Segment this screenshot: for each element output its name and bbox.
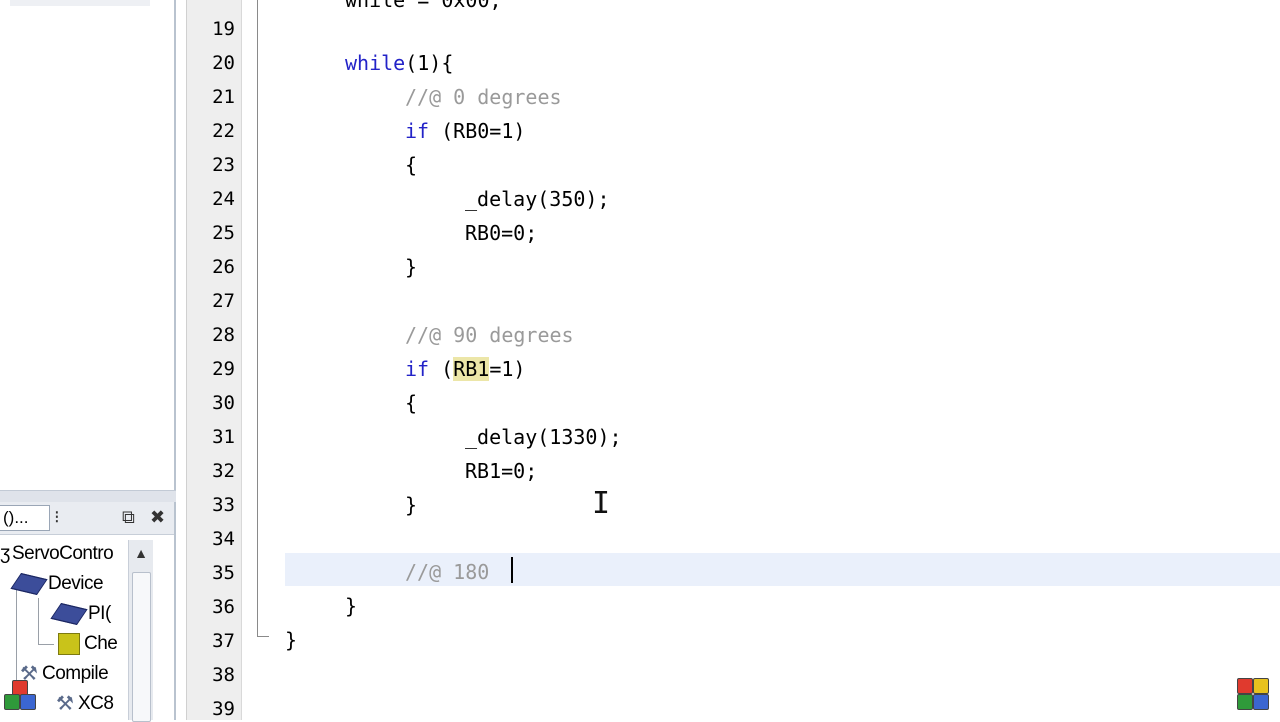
navigator-tab[interactable]: ()... [0, 505, 50, 531]
line-number: 31 [212, 426, 235, 448]
fold-guide [257, 0, 258, 636]
code-comment[interactable]: //@ 180 [405, 560, 489, 584]
tree-connector [38, 598, 39, 644]
line-number-gutter[interactable]: 19 20 21 22 23 24 25 26 27 28 29 30 31 3… [186, 0, 242, 720]
line-number: 22 [212, 120, 235, 142]
code-line[interactable]: while(1){ [345, 51, 453, 75]
fold-guide-end [257, 636, 269, 637]
code-line[interactable]: } [405, 255, 417, 279]
line-number: 30 [212, 392, 235, 414]
tree-item-checklist[interactable]: Che [58, 630, 118, 658]
tool-icon: ⚒ [56, 693, 74, 715]
restore-window-icon[interactable]: ⧉ [122, 507, 135, 528]
code-comment[interactable]: //@ 90 degrees [405, 323, 574, 347]
code-line[interactable]: if (RB1=1) [405, 357, 525, 381]
keyword: if [405, 357, 430, 381]
line-number: 34 [212, 528, 235, 550]
code-text: =1) [489, 357, 526, 381]
line-number: 23 [212, 154, 235, 176]
text-caret [511, 557, 513, 583]
line-number: 33 [212, 494, 235, 516]
checklist-icon [58, 632, 80, 655]
code-text: (1){ [405, 51, 454, 75]
line-number: 21 [212, 86, 235, 108]
code-line[interactable]: RB0=0; [465, 221, 537, 245]
tree-item-label: XC8 [78, 693, 114, 715]
navigator-header: ()... ⁝ ⧉ ✖ [0, 502, 174, 535]
line-number: 19 [212, 18, 235, 40]
code-line[interactable]: RB1=0; [465, 459, 537, 483]
code-line[interactable]: _delay(1330); [465, 425, 622, 449]
tree-item-xc8[interactable]: ⚒ XC8 [56, 690, 114, 718]
scroll-thumb[interactable] [132, 572, 151, 722]
panel-scroll-stub[interactable] [10, 0, 150, 6]
scroll-up-icon[interactable]: ▲ [129, 540, 153, 566]
dashboard-icon[interactable] [1237, 678, 1271, 712]
keyword: if [405, 119, 430, 143]
chip-icon [50, 603, 88, 625]
line-number: 28 [212, 324, 235, 346]
tree-item-project[interactable]: ʒ ServoContro [0, 540, 114, 568]
code-editor[interactable] [243, 0, 1280, 720]
code-line[interactable]: if (RB0=1) [405, 119, 525, 143]
dashboard-icon[interactable] [4, 680, 38, 714]
line-number: 37 [212, 630, 235, 652]
occurrence-highlight: RB1 [453, 357, 490, 381]
code-comment[interactable]: //@ 0 degrees [405, 85, 562, 109]
chip-icon [10, 573, 48, 595]
tree-item-label: PI( [88, 603, 111, 624]
project-icon: ʒ [0, 543, 10, 564]
code-text: (RB0=1) [429, 119, 526, 143]
tree-item-device[interactable]: Device [0, 570, 104, 598]
line-number: 24 [212, 188, 235, 210]
line-number: 38 [212, 664, 235, 686]
projects-panel [0, 0, 176, 490]
line-number: 25 [212, 222, 235, 244]
line-number: 27 [212, 290, 235, 312]
code-line[interactable]: { [405, 391, 417, 415]
line-number: 26 [212, 256, 235, 278]
tree-item-label: Che [84, 633, 118, 654]
code-line[interactable]: while = 0x00, [345, 0, 502, 12]
code-line[interactable]: } [285, 628, 297, 652]
tree-item-label: Compile [42, 663, 109, 685]
tree-item-label: ServoContro [12, 543, 114, 564]
line-number: 36 [212, 596, 235, 618]
line-number: 32 [212, 460, 235, 482]
line-number: 20 [212, 52, 235, 74]
close-panel-icon[interactable]: ✖ [150, 507, 165, 528]
tree-item-pic[interactable]: PI( [50, 600, 111, 628]
code-line[interactable]: { [405, 153, 417, 177]
code-line[interactable]: } [345, 594, 357, 618]
line-number: 39 [212, 698, 235, 720]
keyword: while [345, 51, 406, 75]
tree-item-label: Device [48, 573, 104, 594]
ibeam-cursor-icon: I [592, 486, 611, 521]
line-number: 29 [212, 358, 235, 380]
code-line[interactable]: _delay(350); [465, 187, 610, 211]
code-line[interactable]: } [405, 493, 417, 517]
tab-menu-icon[interactable]: ⁝ [54, 507, 60, 528]
tree-scrollbar[interactable]: ▲ [128, 540, 153, 722]
code-text: ( [429, 357, 454, 381]
line-number: 35 [212, 562, 235, 584]
tree-connector [38, 644, 54, 645]
